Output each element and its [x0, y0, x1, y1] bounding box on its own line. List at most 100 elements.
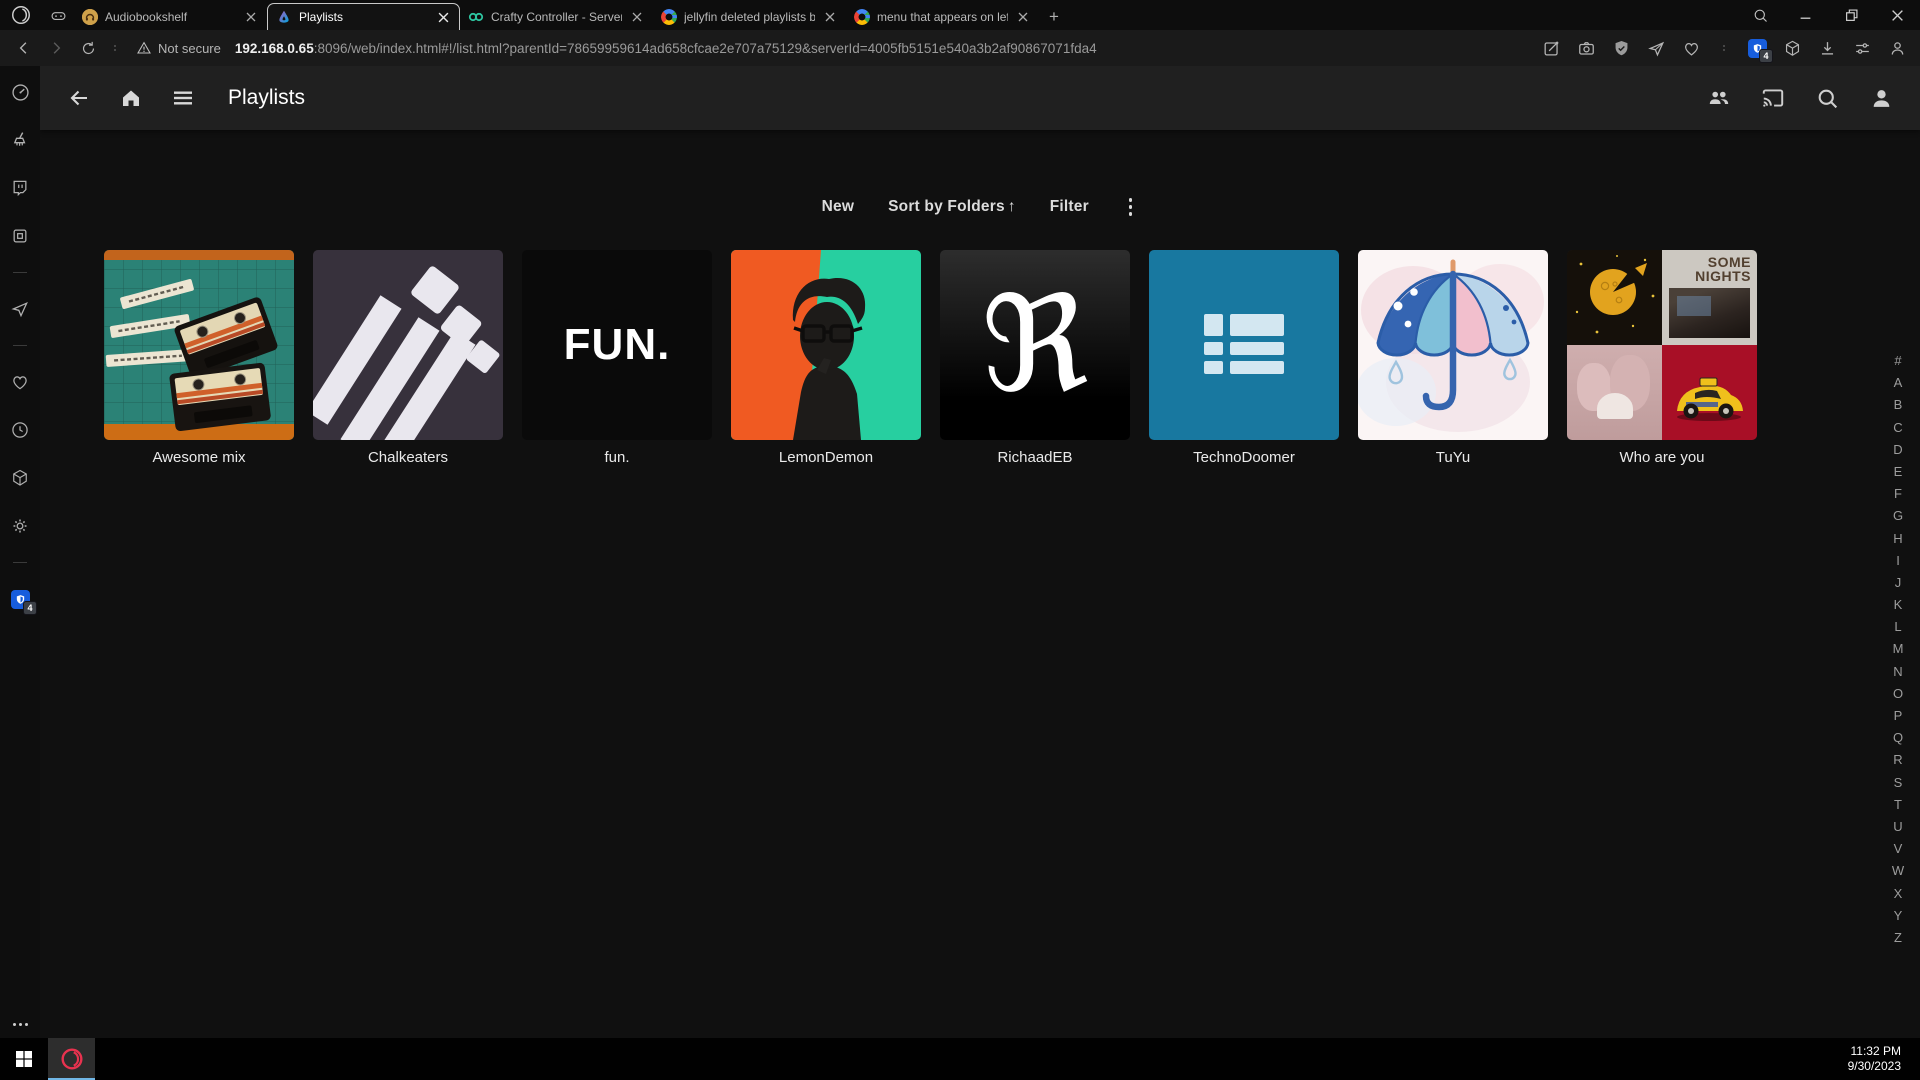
alphabet-letter[interactable]: C: [1889, 417, 1907, 439]
playlist-card-awesome-mix[interactable]: Awesome mix: [104, 249, 294, 466]
sidebar-separator: [13, 272, 27, 273]
sidebar-gx-capture-button[interactable]: [8, 224, 32, 248]
alphabet-letter[interactable]: T: [1889, 794, 1907, 816]
alphabet-letter[interactable]: S: [1889, 772, 1907, 794]
tab-crafty-controller[interactable]: Crafty Controller - Server D: [460, 3, 653, 30]
alphabet-letter[interactable]: E: [1889, 461, 1907, 483]
snapshot-button[interactable]: [1575, 37, 1597, 59]
tab-close-button[interactable]: [629, 9, 645, 25]
opera-menu-button[interactable]: [0, 0, 42, 30]
forward-button[interactable]: [42, 34, 70, 62]
sidebar-gx-cleaner-button[interactable]: [8, 128, 32, 152]
alphabet-letter[interactable]: N: [1889, 661, 1907, 683]
playlist-card-tuyu[interactable]: TuYu: [1358, 249, 1548, 466]
browser-address-bar: Not secure 192.168.0.65:8096/web/index.h…: [0, 30, 1920, 66]
jf-cast-button[interactable]: [1760, 85, 1786, 111]
tab-close-button[interactable]: [822, 9, 838, 25]
taskbar-opera-gx-button[interactable]: [48, 1038, 95, 1080]
profile-button[interactable]: [1886, 37, 1908, 59]
url-field[interactable]: 192.168.0.65:8096/web/index.html#!/list.…: [235, 41, 1526, 56]
alphabet-letter[interactable]: M: [1889, 638, 1907, 660]
bookmark-edit-button[interactable]: [1540, 37, 1562, 59]
playlist-card-richaadeb[interactable]: ℜ RichaadEB: [940, 249, 1130, 466]
filter-button[interactable]: Filter: [1050, 198, 1089, 216]
sidebar-bookmarks-button[interactable]: [8, 370, 32, 394]
sidebar-settings-button[interactable]: [8, 514, 32, 538]
alphabet-letter[interactable]: #: [1889, 350, 1907, 372]
alphabet-letter[interactable]: Q: [1889, 727, 1907, 749]
jf-back-button[interactable]: [66, 85, 92, 111]
alphabet-letter[interactable]: I: [1889, 550, 1907, 572]
alphabet-letter[interactable]: J: [1889, 572, 1907, 594]
tab-search-menu-left[interactable]: menu that appears on left: [846, 3, 1039, 30]
new-tab-button[interactable]: +: [1039, 3, 1069, 30]
jf-syncplay-button[interactable]: [1706, 85, 1732, 111]
sidebar-extensions-button[interactable]: [8, 466, 32, 490]
bitwarden-extension-button[interactable]: 4: [1746, 37, 1773, 63]
playlist-name: Chalkeaters: [367, 448, 449, 466]
alphabet-letter[interactable]: X: [1889, 883, 1907, 905]
tab-audiobookshelf[interactable]: Audiobookshelf: [74, 3, 267, 30]
taskbar-tray[interactable]: 11:32 PM 9/30/2023: [1848, 1038, 1920, 1080]
sidebar-more-button[interactable]: [0, 1023, 40, 1026]
minimize-button[interactable]: [1782, 0, 1828, 30]
back-button[interactable]: [10, 34, 38, 62]
gx-corner-button[interactable]: [42, 0, 74, 30]
new-playlist-button[interactable]: New: [822, 198, 854, 216]
jf-search-button[interactable]: [1814, 85, 1840, 111]
sidebar-flow-button[interactable]: [8, 297, 32, 321]
adblock-shield-button[interactable]: [1610, 37, 1632, 59]
alphabet-letter[interactable]: G: [1889, 505, 1907, 527]
alphabet-letter[interactable]: A: [1889, 372, 1907, 394]
reload-button[interactable]: [74, 34, 102, 62]
tab-search-jellyfin-deleted[interactable]: jellyfin deleted playlists bet: [653, 3, 846, 30]
site-security-chip[interactable]: Not secure: [136, 40, 221, 56]
flow-send-button[interactable]: [1645, 37, 1667, 59]
tab-close-button[interactable]: [1015, 9, 1031, 25]
playlist-card-technodoomer[interactable]: TechnoDoomer: [1149, 249, 1339, 466]
taskbar-clock[interactable]: 11:32 PM 9/30/2023: [1848, 1044, 1901, 1074]
alphabet-letter[interactable]: L: [1889, 616, 1907, 638]
more-options-button[interactable]: [1123, 196, 1139, 218]
playlist-card-who-are-you[interactable]: SOME NIGHTS Who are you: [1567, 249, 1757, 466]
jf-home-button[interactable]: [118, 85, 144, 111]
sliders-icon: [1855, 42, 1869, 54]
close-window-button[interactable]: [1874, 0, 1920, 30]
sidebar-bitwarden-button[interactable]: 4: [8, 587, 37, 615]
start-button[interactable]: [0, 1038, 48, 1080]
playlist-card-chalkeaters[interactable]: Chalkeaters: [313, 249, 503, 466]
alphabet-letter[interactable]: K: [1889, 594, 1907, 616]
alphabet-letter[interactable]: F: [1889, 483, 1907, 505]
alphabet-letter[interactable]: B: [1889, 394, 1907, 416]
sort-ascending-arrow-icon: ↑: [1007, 197, 1016, 215]
restore-button[interactable]: [1828, 0, 1874, 30]
alphabet-letter[interactable]: O: [1889, 683, 1907, 705]
playlist-card-lemondemon[interactable]: LemonDemon: [731, 249, 921, 466]
alphabet-letter[interactable]: R: [1889, 749, 1907, 771]
bookmark-heart-button[interactable]: [1680, 37, 1702, 59]
downloads-button[interactable]: [1816, 37, 1838, 59]
alphabet-letter[interactable]: U: [1889, 816, 1907, 838]
clock-icon: [12, 422, 28, 438]
alphabet-letter[interactable]: D: [1889, 439, 1907, 461]
alphabet-letter[interactable]: W: [1889, 860, 1907, 882]
alphabet-letter[interactable]: P: [1889, 705, 1907, 727]
extensions-cube-button[interactable]: [1781, 37, 1803, 59]
tab-playlists[interactable]: Playlists: [267, 3, 460, 30]
playlist-card-fun[interactable]: FUN. fun.: [522, 249, 712, 466]
jf-user-button[interactable]: [1868, 85, 1894, 111]
sidebar-twitch-button[interactable]: [8, 176, 32, 200]
sidebar-speed-dial-button[interactable]: [8, 80, 32, 104]
tab-close-button[interactable]: [243, 9, 259, 25]
easy-setup-button[interactable]: [1851, 37, 1873, 59]
alphabet-letter[interactable]: Z: [1889, 927, 1907, 949]
tab-search-button[interactable]: [1738, 0, 1782, 30]
reload-icon: [82, 41, 94, 54]
sidebar-history-button[interactable]: [8, 418, 32, 442]
jf-menu-button[interactable]: [170, 85, 196, 111]
alphabet-letter[interactable]: H: [1889, 528, 1907, 550]
alphabet-letter[interactable]: V: [1889, 838, 1907, 860]
alphabet-letter[interactable]: Y: [1889, 905, 1907, 927]
sort-button[interactable]: Sort by Folders ↑: [888, 198, 1016, 216]
tab-close-button[interactable]: [435, 9, 451, 25]
